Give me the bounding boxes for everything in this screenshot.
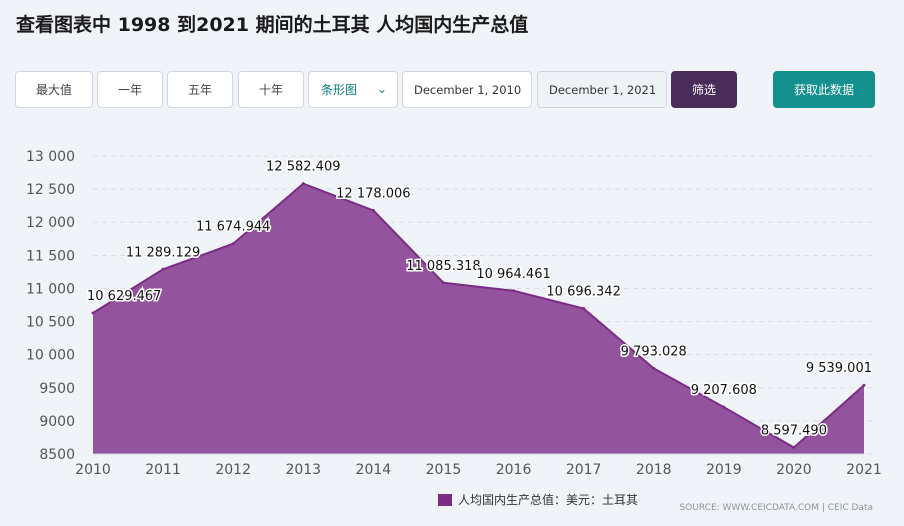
y-tick-label: 13 000 xyxy=(26,149,75,165)
x-tick-label: 2015 xyxy=(426,462,462,478)
data-label: 8 597.490 xyxy=(761,424,827,439)
x-tick-label: 2011 xyxy=(145,462,181,478)
range-5y-button[interactable]: 五年 xyxy=(167,71,233,108)
x-tick-label: 2013 xyxy=(285,462,321,478)
data-point xyxy=(231,242,235,246)
data-point xyxy=(161,267,165,271)
y-tick-label: 8500 xyxy=(39,447,75,463)
data-point xyxy=(441,281,445,285)
data-label: 12 178.006 xyxy=(336,186,410,201)
x-tick-label: 2016 xyxy=(496,462,532,478)
data-point xyxy=(371,208,375,212)
filter-button[interactable]: 筛选 xyxy=(671,71,737,108)
x-tick-label: 2012 xyxy=(215,462,251,478)
data-point xyxy=(862,383,866,387)
y-tick-label: 10 000 xyxy=(26,348,75,364)
x-tick-label: 2017 xyxy=(566,462,602,478)
data-point xyxy=(652,366,656,370)
data-point xyxy=(91,311,95,315)
chart-legend: 人均国内生产总值：美元：土耳其 xyxy=(438,491,638,508)
end-date-input[interactable]: December 1, 2021 xyxy=(537,71,667,108)
legend-label: 人均国内生产总值：美元：土耳其 xyxy=(458,493,639,507)
data-point xyxy=(301,182,305,186)
data-label: 9 793.028 xyxy=(621,344,687,359)
data-point xyxy=(722,405,726,409)
y-tick-label: 9500 xyxy=(39,381,75,397)
area-chart: 8500 9000 9500 10 000 10 500 11 000 11 500 12 0… xyxy=(26,149,882,478)
data-label: 11 674.944 xyxy=(196,220,270,235)
chart-type-value: 条形图 xyxy=(321,83,358,97)
data-label: 12 582.409 xyxy=(266,160,340,175)
x-tick-label: 2019 xyxy=(706,462,742,478)
y-tick-label: 12 500 xyxy=(26,182,75,198)
x-tick-label: 2014 xyxy=(356,462,392,478)
data-label: 10 964.461 xyxy=(476,267,550,282)
y-tick-label: 9000 xyxy=(39,414,75,430)
y-tick-label: 11 500 xyxy=(26,248,75,264)
page-title: 查看图表中 1998 到2021 期间的土耳其 人均国内生产总值 xyxy=(16,14,529,36)
data-label: 9 539.001 xyxy=(806,361,872,376)
range-max-button[interactable]: 最大值 xyxy=(15,71,93,108)
x-tick-label: 2020 xyxy=(776,462,812,478)
x-tick-label: 2018 xyxy=(636,462,672,478)
range-10y-button[interactable]: 十年 xyxy=(238,71,304,108)
chart-type-select[interactable]: 条形图 ⌄ xyxy=(308,71,398,108)
range-1y-button[interactable]: 一年 xyxy=(97,71,163,108)
get-data-button[interactable]: 获取此数据 xyxy=(773,71,875,108)
data-label: 9 207.608 xyxy=(691,383,757,398)
x-tick-label: 2021 xyxy=(846,462,882,478)
y-tick-label: 11 000 xyxy=(26,281,75,297)
source-note: SOURCE: WWW.CEICDATA.COM | CEIC Data xyxy=(679,503,873,513)
data-label: 10 696.342 xyxy=(546,285,620,300)
data-label: 10 629.467 xyxy=(87,289,161,304)
start-date-input[interactable]: December 1, 2010 xyxy=(402,71,532,108)
y-tick-label: 10 500 xyxy=(26,315,75,331)
data-point xyxy=(792,446,796,450)
legend-swatch xyxy=(438,493,452,506)
data-point xyxy=(512,289,516,293)
y-tick-label: 12 000 xyxy=(26,215,75,231)
chevron-down-icon: ⌄ xyxy=(376,82,387,96)
data-point xyxy=(582,307,586,311)
data-label: 11 085.318 xyxy=(406,259,480,274)
x-tick-label: 2010 xyxy=(75,462,111,478)
data-label: 11 289.129 xyxy=(126,245,200,260)
